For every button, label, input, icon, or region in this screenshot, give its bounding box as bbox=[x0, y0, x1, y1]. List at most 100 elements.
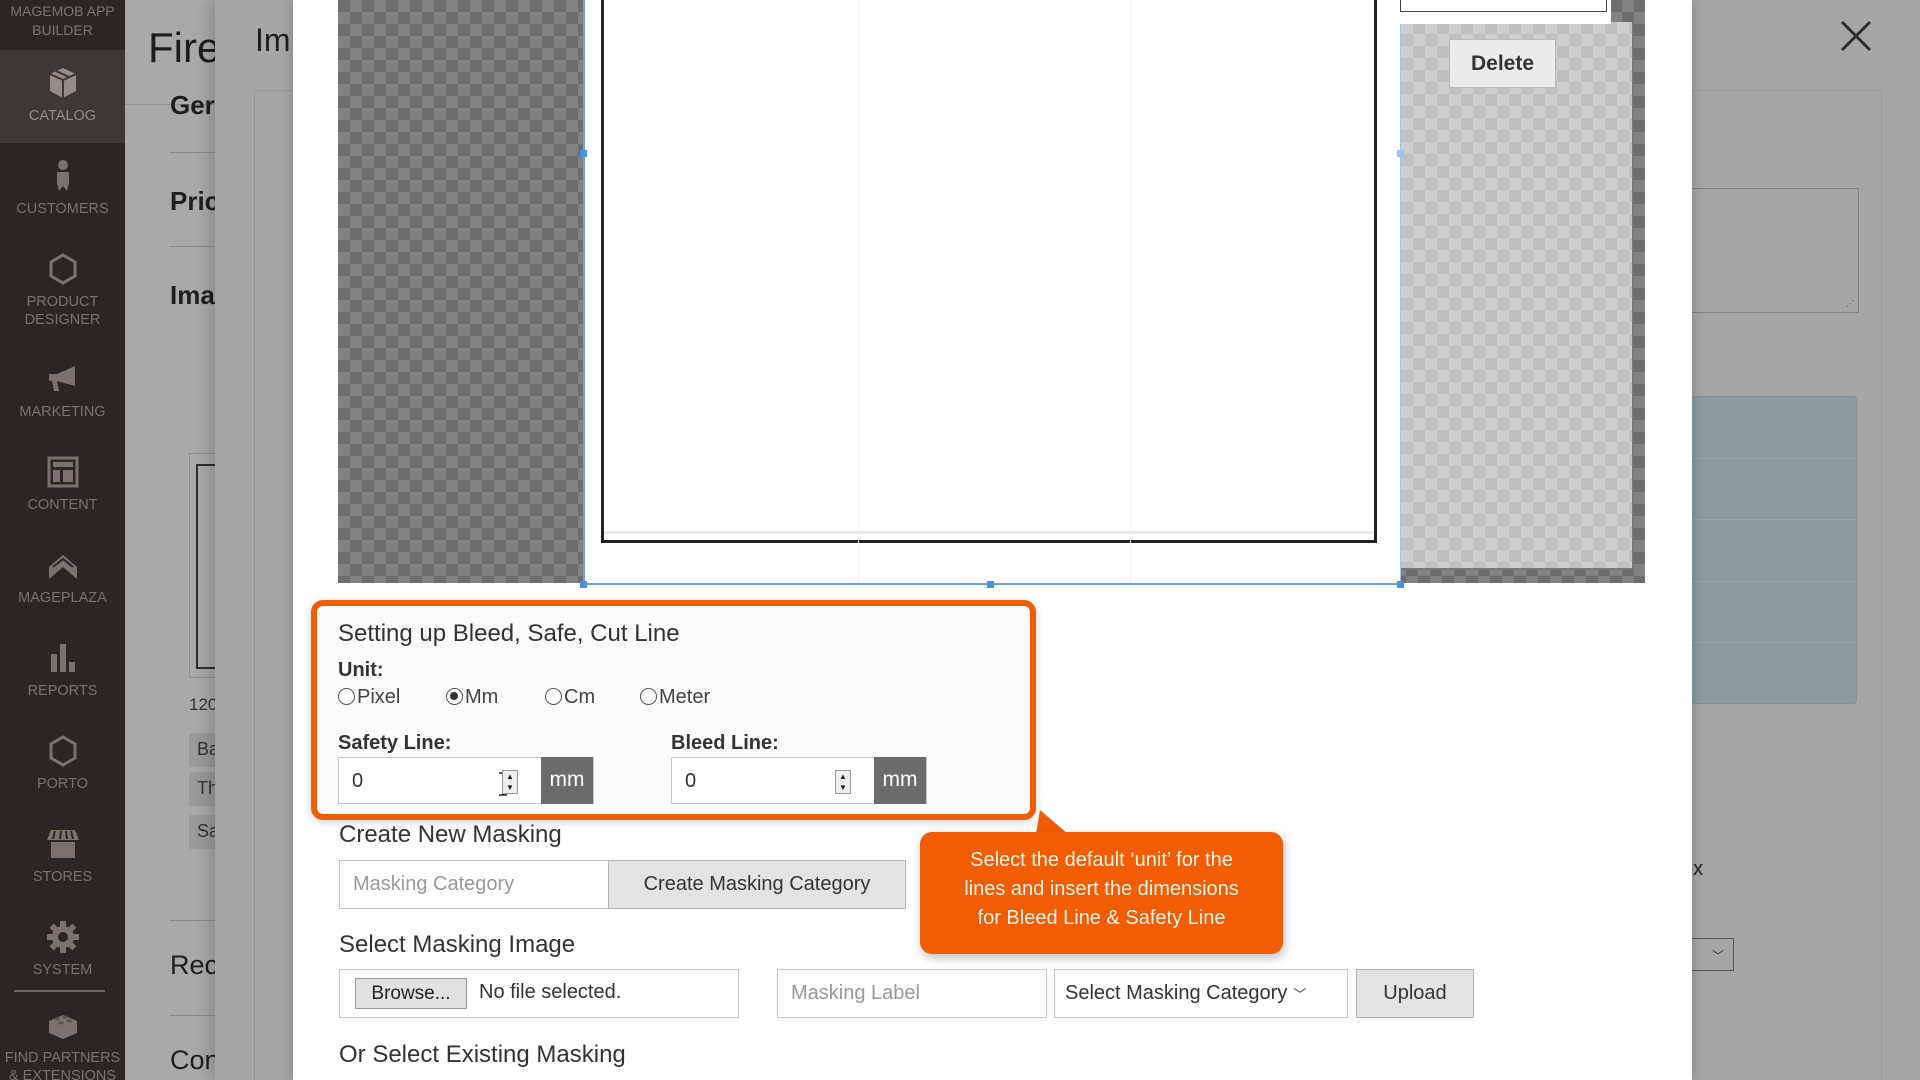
hexagon-icon bbox=[49, 735, 76, 767]
masking-category-input[interactable]: Masking Category bbox=[339, 860, 611, 909]
canvas-thumbnail[interactable] bbox=[1396, 0, 1611, 24]
safety-line-unit: mm bbox=[541, 757, 593, 804]
guide-line bbox=[1130, 0, 1131, 583]
bleed-line-input[interactable]: 0 ▲ ▼ mm bbox=[671, 757, 927, 804]
browse-button[interactable]: Browse... bbox=[355, 978, 467, 1009]
resize-handle[interactable] bbox=[1397, 150, 1404, 157]
bleed-line-value: 0 bbox=[685, 770, 697, 792]
sidebar-item-system[interactable]: SYSTEM bbox=[0, 904, 125, 997]
resize-handle[interactable] bbox=[580, 150, 587, 157]
unit-radio-meter[interactable]: Meter bbox=[640, 686, 710, 709]
sidebar-item-label: FIND PARTNERS & EXTENSIONS bbox=[4, 1050, 121, 1080]
masking-category-select[interactable]: Select Masking Category ﹀ bbox=[1054, 969, 1348, 1018]
background-modal-panel bbox=[254, 90, 294, 1080]
sidebar-item-label: PRODUCT DESIGNER bbox=[24, 294, 101, 328]
sidebar-item-marketing[interactable]: MARKETING bbox=[0, 346, 125, 439]
chevron-down-icon: ﹀ bbox=[1711, 949, 1724, 963]
sidebar-item-customers[interactable]: CUSTOMERS bbox=[0, 143, 125, 236]
sidebar-item-label: SYSTEM bbox=[32, 962, 93, 978]
unit-label: Unit: bbox=[338, 659, 384, 681]
sidebar-item-catalog[interactable]: CATALOG bbox=[0, 50, 125, 143]
callout-pointer bbox=[1036, 810, 1068, 834]
sidebar-item-product-designer[interactable]: PRODUCT DESIGNER bbox=[0, 236, 125, 346]
unit-radio-cm[interactable]: Cm bbox=[545, 686, 595, 709]
storefront-icon bbox=[46, 830, 79, 858]
image-size: 120 bbox=[189, 695, 218, 714]
resize-handle[interactable] bbox=[1397, 581, 1404, 588]
sidebar-item-find-partners[interactable]: FIND PARTNERS & EXTENSIONS bbox=[0, 997, 125, 1080]
bleed-line-label: Bleed Line: bbox=[671, 732, 779, 754]
person-icon bbox=[56, 160, 69, 191]
design-print-area[interactable] bbox=[601, 0, 1377, 543]
resize-handle[interactable] bbox=[987, 581, 994, 588]
unit-radio-pixel[interactable]: Pixel bbox=[338, 686, 400, 709]
sidebar-item-label: MAGEPLAZA bbox=[18, 590, 107, 606]
admin-sidebar: MAGEMOB APP BUILDER CATALOG CUSTOMERS PR… bbox=[0, 0, 125, 1080]
close-icon[interactable] bbox=[1838, 18, 1874, 54]
hexagon-icon bbox=[49, 253, 76, 285]
sidebar-divider bbox=[14, 990, 105, 992]
section-related: Rec bbox=[170, 950, 219, 980]
section-general: Ger bbox=[170, 90, 215, 120]
layout-icon bbox=[47, 456, 78, 488]
background-modal-title: Im bbox=[255, 22, 291, 58]
gear-icon bbox=[46, 921, 79, 953]
guide-line bbox=[858, 0, 859, 583]
select-masking-image-heading: Select Masking Image bbox=[339, 931, 576, 958]
sidebar-item-stores[interactable]: STORES bbox=[0, 811, 125, 904]
sidebar-item-mageplaza[interactable]: MAGEPLAZA bbox=[0, 532, 125, 625]
background-table bbox=[1682, 396, 1857, 704]
box-icon bbox=[49, 68, 76, 98]
page-title: Fire bbox=[148, 24, 221, 71]
sidebar-item-label: REPORTS bbox=[27, 683, 98, 699]
sidebar-logo[interactable]: MAGEMOB APP BUILDER bbox=[0, 0, 125, 50]
unit-radio-mm[interactable]: Mm bbox=[446, 686, 498, 709]
sidebar-item-label: PORTO bbox=[36, 776, 89, 792]
bar-chart-icon bbox=[50, 644, 75, 672]
sidebar-item-label: CUSTOMERS bbox=[16, 201, 109, 217]
sidebar-item-label: MARKETING bbox=[19, 404, 106, 420]
create-masking-heading: Create New Masking bbox=[339, 821, 562, 848]
callout-text-line: Select the default ‘unit’ for the bbox=[970, 849, 1233, 871]
create-masking-category-button[interactable]: Create Masking Category bbox=[608, 860, 906, 909]
resize-handle[interactable] bbox=[580, 581, 587, 588]
megaphone-icon bbox=[48, 366, 75, 391]
file-status: No file selected. bbox=[479, 981, 622, 1003]
radio-label: Meter bbox=[659, 686, 711, 708]
bleed-safe-cut-settings: Setting up Bleed, Safe, Cut Line Unit: P… bbox=[311, 600, 1036, 820]
section-images: Ima bbox=[170, 280, 215, 310]
sidebar-item-porto[interactable]: PORTO bbox=[0, 718, 125, 811]
masking-file-input[interactable]: Browse... No file selected. bbox=[339, 969, 739, 1018]
lego-brick-icon bbox=[48, 1015, 77, 1039]
sidebar-item-reports[interactable]: REPORTS bbox=[0, 625, 125, 718]
delete-button[interactable]: Delete bbox=[1449, 39, 1556, 88]
bleed-line-unit: mm bbox=[874, 757, 926, 804]
sidebar-item-content[interactable]: CONTENT bbox=[0, 439, 125, 532]
section-price: Pric bbox=[170, 186, 220, 216]
sidebar-item-label: STORES bbox=[32, 869, 93, 885]
radio-label: Cm bbox=[564, 686, 596, 708]
radio-label: Pixel bbox=[357, 686, 401, 708]
tutorial-callout: Select the default ‘unit’ for the lines … bbox=[920, 832, 1283, 954]
radio-label: Mm bbox=[465, 686, 499, 708]
product-designer-modal: Delete Setting up Bleed, Safe, Cut Line … bbox=[293, 0, 1692, 1080]
section-content: Con bbox=[170, 1045, 220, 1075]
number-stepper[interactable]: ▲ ▼ bbox=[502, 770, 518, 794]
masking-label-input[interactable]: Masking Label bbox=[777, 969, 1047, 1018]
number-stepper[interactable]: ▲ ▼ bbox=[835, 770, 851, 794]
safety-line-label: Safety Line: bbox=[338, 732, 452, 754]
callout-text-line: for Bleed Line & Safety Line bbox=[977, 907, 1226, 929]
select-value: Select Masking Category bbox=[1065, 982, 1288, 1004]
chevron-down-icon: ﹀ bbox=[1293, 987, 1307, 1002]
sidebar-item-label: CONTENT bbox=[27, 497, 98, 513]
safety-line-value: 0 bbox=[352, 770, 364, 792]
upload-button[interactable]: Upload bbox=[1356, 969, 1474, 1018]
callout-text-line: lines and insert the dimensions bbox=[964, 878, 1239, 900]
sidebar-item-label: CATALOG bbox=[28, 108, 97, 124]
canvas-side-panel bbox=[1401, 22, 1634, 570]
bleed-settings-title: Setting up Bleed, Safe, Cut Line bbox=[338, 620, 680, 647]
background-textarea: ⋰ bbox=[1682, 188, 1859, 313]
existing-masking-heading: Or Select Existing Masking bbox=[339, 1041, 626, 1068]
chevron-up-icon bbox=[48, 555, 77, 579]
safety-line-input[interactable]: 0 ▲ ▼ mm bbox=[338, 757, 594, 804]
